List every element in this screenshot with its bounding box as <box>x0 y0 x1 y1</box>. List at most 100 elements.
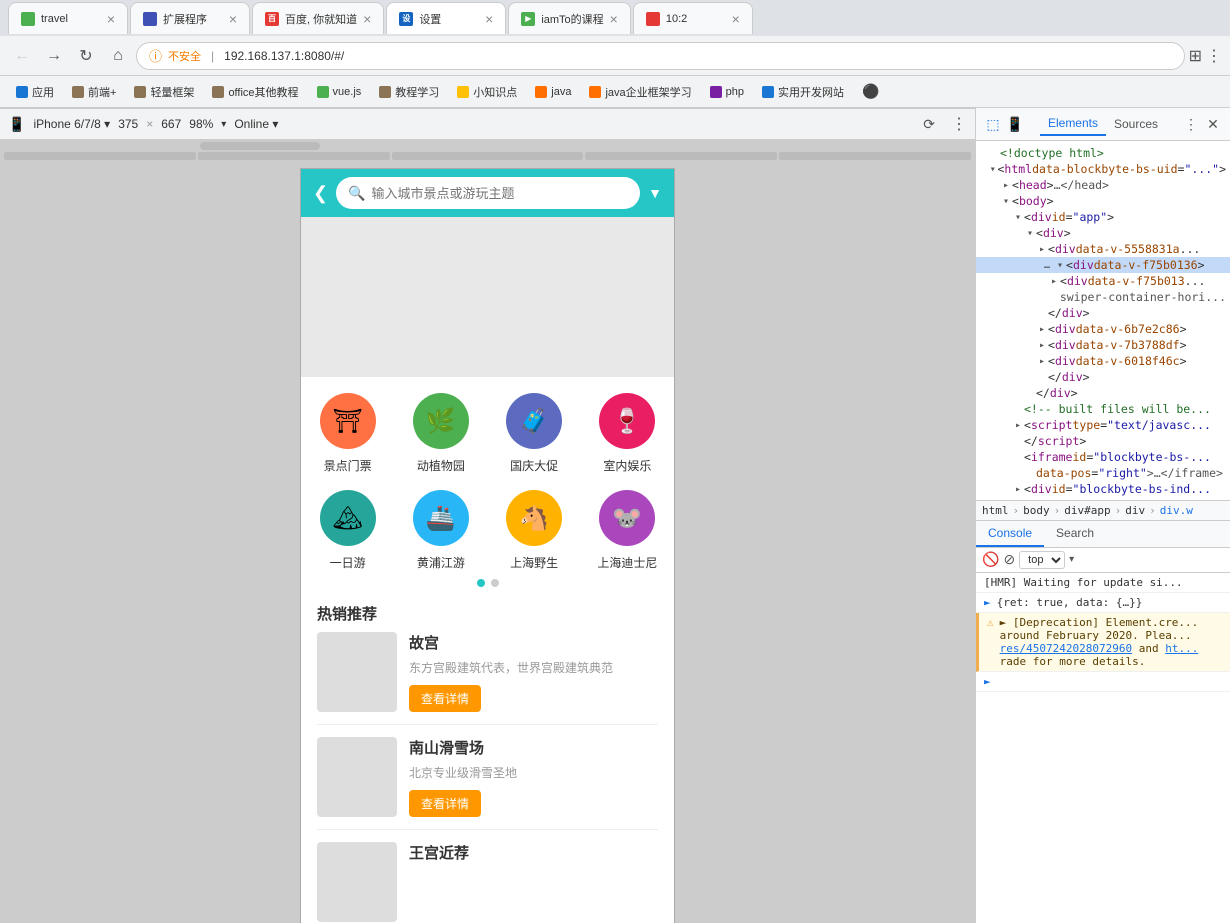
context-selector[interactable]: top <box>1019 551 1065 569</box>
tree-line-div-blockbyte[interactable]: <div id="blockbyte-bs-ind... <box>976 481 1230 497</box>
devtools-more-icon[interactable]: ⋮ <box>1180 113 1202 135</box>
bookmark-tutorials[interactable]: 教程学习 <box>371 80 447 104</box>
dropdown-btn[interactable]: ▼ <box>648 185 662 201</box>
elements-tab-label[interactable]: Elements <box>1040 112 1106 136</box>
poi-name-gugong: 故宫 <box>409 632 658 653</box>
device-toolbar: 📱 iPhone 6/7/8 ▾ 375 × 667 98% ▾ Online … <box>0 108 975 140</box>
tab-baidu[interactable]: 百 百度, 你就知道 × <box>252 2 384 34</box>
console-text-ret: {ret: true, data: {…}} <box>997 596 1222 609</box>
console-clear-icon[interactable]: 🚫 <box>982 551 999 568</box>
category-national[interactable]: 🧳 国庆大促 <box>496 393 573 474</box>
category-river[interactable]: 🚢 黄浦江游 <box>402 490 479 571</box>
bookmark-dev-site[interactable]: 实用开发网站 <box>754 80 852 104</box>
console-tab-console[interactable]: Console <box>976 521 1044 547</box>
inspect-icon[interactable]: ⬚ <box>982 113 1004 135</box>
address-bar[interactable]: ⓘ 不安全 | 192.168.137.1:8080/#/ <box>136 42 1185 70</box>
back-btn[interactable]: ❮ <box>313 183 328 204</box>
poi-info-nanshan: 南山滑雪场 北京专业级滑雪圣地 查看详情 <box>409 737 658 817</box>
category-disney[interactable]: 🐭 上海迪士尼 <box>589 490 666 571</box>
tree-line-iframe[interactable]: <iframe id="blockbyte-bs-... <box>976 449 1230 465</box>
tree-line-div-f75b0[interactable]: <div data-v-f75b013... <box>976 273 1230 289</box>
expand-arrow[interactable]: ► <box>984 675 991 688</box>
warning-link1[interactable]: res/4507242028072960 <box>1000 642 1132 655</box>
tree-line-div-6018[interactable]: <div data-v-6018f46c> <box>976 353 1230 369</box>
devtools-close-icon[interactable]: ✕ <box>1202 113 1224 135</box>
tab-close-baidu[interactable]: × <box>363 12 371 26</box>
sources-tab-label[interactable]: Sources <box>1106 113 1166 135</box>
tree-line-html[interactable]: <html data-blockbyte-bs-uid="..." > <box>976 161 1230 177</box>
category-jingdian[interactable]: ⛩ 景点门票 <box>309 393 386 474</box>
context-dropdown-icon[interactable]: ▾ <box>1069 554 1074 565</box>
tree-line-div-5558[interactable]: <div data-v-5558831a ... <box>976 241 1230 257</box>
bookmark-java[interactable]: java <box>527 82 579 102</box>
tab-settings[interactable]: 设 设置 × <box>386 2 506 34</box>
expand-icon[interactable]: ► <box>984 596 991 609</box>
search-input[interactable] <box>372 186 629 201</box>
device-selector[interactable]: iPhone 6/7/8 ▾ <box>33 117 110 131</box>
reload-button[interactable]: ↻ <box>72 42 100 70</box>
warning-link2[interactable]: ht... <box>1165 642 1198 655</box>
bookmark-frontend[interactable]: 前端+ <box>64 80 124 104</box>
console-tab-search[interactable]: Search <box>1044 521 1106 547</box>
breadcrumb-html[interactable]: html <box>982 504 1009 517</box>
device-toggle-icon[interactable]: 📱 <box>1004 113 1026 135</box>
tree-line-div-f75b-selected[interactable]: … <div data-v-f75b0136 > <box>976 257 1230 273</box>
tree-line-div-6b7e[interactable]: <div data-v-6b7e2c86> <box>976 321 1230 337</box>
tab-close-settings[interactable]: × <box>485 12 493 26</box>
bookmark-java-enterprise[interactable]: java企业框架学习 <box>581 80 699 104</box>
tab-extra[interactable]: 10:2 × <box>633 2 753 34</box>
bookmark-vuejs[interactable]: vue.js <box>309 82 370 102</box>
breadcrumb-body[interactable]: body <box>1023 504 1050 517</box>
tab-close-extensions[interactable]: × <box>229 12 237 26</box>
bookmark-tips[interactable]: 小知识点 <box>449 80 525 104</box>
bookmark-apps[interactable]: 应用 <box>8 80 62 104</box>
bookmark-office[interactable]: office其他教程 <box>204 80 306 104</box>
breadcrumb-div-app[interactable]: div#app <box>1064 504 1110 517</box>
network-selector[interactable]: Online ▾ <box>234 117 278 131</box>
tab-iamto[interactable]: ▶ iamTo的课程 × <box>508 2 631 34</box>
cast-icon[interactable]: ⊞ <box>1189 46 1202 66</box>
bookmark-github[interactable]: ⚫ <box>854 79 887 104</box>
tab-travel[interactable]: travel × <box>8 2 128 34</box>
category-label-disney: 上海迪士尼 <box>597 554 657 571</box>
category-indoor[interactable]: 🍷 室内娱乐 <box>589 393 666 474</box>
category-wildlife[interactable]: 🐴 上海野生 <box>496 490 573 571</box>
more-icon[interactable]: ⋮ <box>1206 46 1222 66</box>
preview-area: ❮ 🔍 ▼ ⛩ 景点门票 <box>0 152 975 923</box>
breadcrumb-div[interactable]: div <box>1125 504 1145 517</box>
h-scroll-track[interactable] <box>200 142 320 150</box>
tab-close-travel[interactable]: × <box>107 12 115 26</box>
tab-close-iamto[interactable]: × <box>610 12 618 26</box>
back-button[interactable]: ← <box>8 42 36 70</box>
tree-line-script[interactable]: <script type="text/javasc... <box>976 417 1230 433</box>
forward-button[interactable]: → <box>40 42 68 70</box>
tree-line-head[interactable]: <head> …</head> <box>976 177 1230 193</box>
category-daytrip[interactable]: 🏔 一日游 <box>309 490 386 571</box>
detail-btn-gugong[interactable]: 查看详情 <box>409 685 481 712</box>
tree-line-div2[interactable]: <div> <box>976 225 1230 241</box>
home-button[interactable]: ⌂ <box>104 42 132 70</box>
nav-bar: ← → ↻ ⌂ ⓘ 不安全 | 192.168.137.1:8080/#/ ⊞ … <box>0 36 1230 76</box>
bookmark-icon <box>457 86 469 98</box>
search-bar-container[interactable]: 🔍 <box>336 177 640 209</box>
tree-line-swiper: swiper-container-hori... <box>976 289 1230 305</box>
tab-extensions[interactable]: 扩展程序 × <box>130 2 250 34</box>
more-options-icon[interactable]: ⋮ <box>951 114 967 134</box>
breadcrumb-div-w[interactable]: div.w <box>1160 504 1193 517</box>
bookmark-icon <box>134 86 146 98</box>
tab-close-extra[interactable]: × <box>732 12 740 26</box>
detail-btn-nanshan[interactable]: 查看详情 <box>409 790 481 817</box>
console-stop-icon[interactable]: ⊘ <box>1003 551 1015 568</box>
tree-line-div-app[interactable]: <div id="app" > <box>976 209 1230 225</box>
tab-title-travel: travel <box>41 13 101 25</box>
bookmark-php[interactable]: php <box>702 82 752 102</box>
tree-line-div-7b37[interactable]: <div data-v-7b3788df> <box>976 337 1230 353</box>
rotate-icon[interactable]: ⟳ <box>923 116 935 133</box>
bookmark-framework[interactable]: 轻量框架 <box>126 80 202 104</box>
console-msg-ret: ► {ret: true, data: {…}} <box>976 593 1230 613</box>
tree-line-body[interactable]: <body> <box>976 193 1230 209</box>
tab-title-settings: 设置 <box>419 11 479 27</box>
zoom-selector[interactable]: 98% <box>189 117 213 131</box>
bookmark-label: php <box>726 86 744 98</box>
category-zoo[interactable]: 🌿 动植物园 <box>402 393 479 474</box>
